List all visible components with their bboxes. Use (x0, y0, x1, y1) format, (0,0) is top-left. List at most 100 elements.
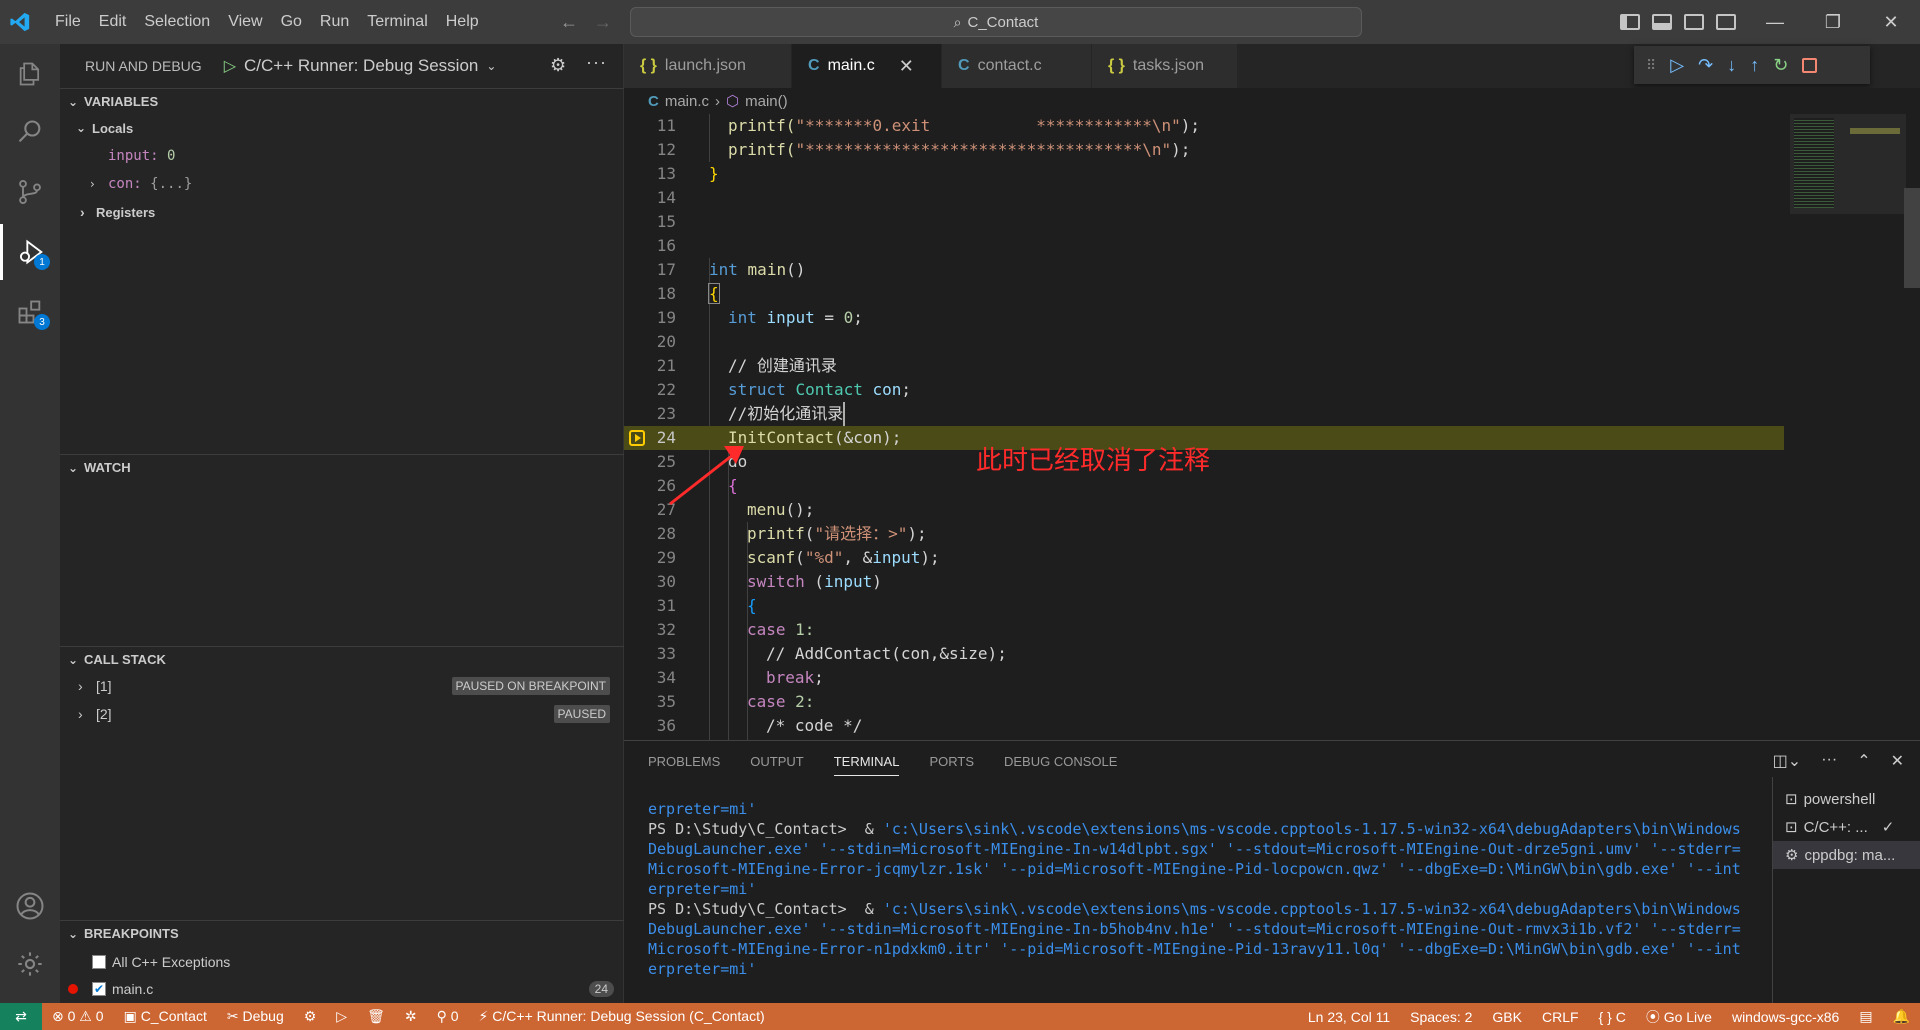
toggle-panel-icon[interactable] (1652, 14, 1672, 30)
tab-contact-c[interactable]: C contact.c (942, 44, 1092, 88)
tab-main-c[interactable]: C main.c ✕ (792, 44, 942, 88)
open-launch-json-gear-icon[interactable]: ⚙ (550, 55, 566, 76)
call-stack-thread[interactable]: › [2] PAUSED (78, 702, 624, 726)
menu-run[interactable]: Run (311, 0, 358, 44)
breakpoint-checkbox[interactable] (92, 955, 106, 969)
menu-edit[interactable]: Edit (90, 0, 136, 44)
problems-status[interactable]: ⊗ 0 ⚠ 0 (42, 1008, 114, 1025)
variable-con[interactable]: › con: {...} (90, 172, 192, 196)
stop-icon[interactable] (1802, 57, 1818, 73)
tab-terminal[interactable]: TERMINAL (833, 746, 900, 776)
tab-launch-json[interactable]: { } launch.json (624, 44, 792, 88)
minimize-icon[interactable]: — (1746, 0, 1804, 44)
go-live-button[interactable]: ⦿ Go Live (1636, 1007, 1722, 1027)
variable-input[interactable]: input: 0 (108, 144, 175, 168)
menu-terminal[interactable]: Terminal (358, 0, 436, 44)
code-editor[interactable]: 11 printf("*******0.exit ************\n")… (624, 114, 1920, 740)
settings-gear-icon[interactable]: ⚙ (294, 1008, 327, 1025)
tab-debug-console[interactable]: DEBUG CONSOLE (1004, 754, 1117, 769)
terminal-instance[interactable]: ⊡ powershell (1773, 785, 1920, 813)
breadcrumb-symbol[interactable]: main() (745, 93, 788, 110)
menu-selection[interactable]: Selection (135, 0, 219, 44)
explorer-icon[interactable] (0, 46, 60, 102)
more-actions-icon[interactable]: ··· (1821, 751, 1837, 771)
breakpoint-item[interactable]: ✔ main.c 24 (68, 977, 614, 1001)
tab-tasks-json[interactable]: { } tasks.json (1092, 44, 1238, 88)
trash-icon[interactable]: 🗑 (357, 1008, 395, 1025)
call-stack-section-header[interactable]: ⌄ CALL STACK (60, 646, 624, 672)
search-view-icon[interactable] (0, 104, 60, 160)
window-controls: — ❐ ✕ (1746, 0, 1920, 44)
toggle-secondary-sidebar-icon[interactable] (1684, 14, 1704, 30)
menu-file[interactable]: File (46, 0, 90, 44)
split-terminal-icon[interactable]: ◫⌄ (1773, 751, 1802, 771)
registers-scope[interactable]: › Registers (80, 200, 155, 224)
customize-layout-icon[interactable] (1716, 14, 1736, 30)
chevron-right-icon: › (78, 706, 83, 722)
title-bar: File Edit Selection View Go Run Terminal… (0, 0, 1920, 44)
breakpoint-item[interactable]: All C++ Exceptions (92, 950, 230, 974)
debug-status[interactable]: ✂ Debug (217, 1008, 294, 1025)
drag-handle-icon[interactable]: ⠿ (1646, 57, 1656, 74)
breakpoints-section-header[interactable]: ⌄ BREAKPOINTS (60, 920, 624, 946)
extensions-icon[interactable]: 3 (0, 284, 60, 340)
run-and-debug-icon[interactable]: 1 (0, 224, 60, 280)
ports-status[interactable]: ⚲ 0 (427, 1008, 469, 1025)
remote-indicator-icon[interactable]: ⇄ (0, 1003, 42, 1030)
forward-arrow-icon[interactable]: → (594, 12, 612, 33)
indentation[interactable]: Spaces: 2 (1400, 1009, 1482, 1025)
debug-bug-icon[interactable]: ✲ (395, 1008, 427, 1025)
code-line: 12 printf("******************************… (656, 140, 1191, 159)
code-line: 26{ (656, 476, 738, 495)
menu-help[interactable]: Help (437, 0, 488, 44)
cursor-position[interactable]: Ln 23, Col 11 (1298, 1009, 1400, 1025)
project-status[interactable]: ▣ C_Contact (114, 1008, 217, 1025)
step-over-icon[interactable]: ↷ (1698, 55, 1713, 76)
maximize-panel-icon[interactable]: ⌃ (1857, 751, 1870, 771)
restore-icon[interactable]: ❐ (1804, 0, 1862, 44)
source-control-icon[interactable] (0, 164, 60, 220)
close-icon[interactable]: ✕ (899, 56, 914, 77)
language-mode[interactable]: { } C (1589, 1009, 1636, 1025)
debug-config-select[interactable]: ▷ C/C++ Runner: Debug Session ⌄ (224, 56, 497, 76)
run-icon[interactable]: ▷ (326, 1008, 357, 1025)
layout-icon[interactable]: ▤ (1849, 1008, 1882, 1025)
tab-problems[interactable]: PROBLEMS (648, 754, 720, 769)
locals-scope[interactable]: ⌄ Locals (76, 116, 133, 140)
terminal-instance[interactable]: ⊡ C/C++: ... ✓ (1773, 813, 1920, 841)
terminal-output[interactable]: erpreter=mi' PS D:\Study\C_Contact> & 'c… (648, 799, 1766, 979)
breadcrumb-file[interactable]: main.c (665, 93, 709, 110)
accounts-icon[interactable] (0, 878, 60, 934)
variables-section-header[interactable]: ⌄ VARIABLES (60, 88, 624, 114)
start-debugging-icon[interactable]: ▷ (224, 56, 236, 76)
debug-session-status[interactable]: ⚡ C/C++ Runner: Debug Session (C_Contact… (469, 1008, 775, 1025)
back-arrow-icon[interactable]: ← (560, 12, 578, 33)
breakpoint-checkbox[interactable]: ✔ (92, 982, 106, 996)
end-of-line[interactable]: CRLF (1532, 1009, 1589, 1025)
call-stack-thread[interactable]: › [1] PAUSED ON BREAKPOINT (78, 674, 624, 698)
tab-ports[interactable]: PORTS (929, 754, 974, 769)
search-label: C_Contact (967, 13, 1039, 31)
more-actions-icon[interactable]: ··· (586, 52, 607, 73)
minimap[interactable] (1790, 114, 1906, 740)
command-center-search[interactable]: ⌕ C_Contact (630, 7, 1362, 37)
encoding[interactable]: GBK (1482, 1009, 1532, 1025)
tab-output[interactable]: OUTPUT (750, 754, 803, 769)
step-out-icon[interactable]: ↑ (1750, 55, 1759, 76)
manage-gear-icon[interactable] (0, 936, 60, 992)
menu-view[interactable]: View (219, 0, 271, 44)
close-panel-icon[interactable]: ✕ (1891, 751, 1904, 771)
compiler-select[interactable]: windows-gcc-x86 (1722, 1009, 1849, 1025)
close-window-icon[interactable]: ✕ (1862, 0, 1920, 44)
editor-scrollbar[interactable] (1904, 188, 1920, 288)
toggle-primary-sidebar-icon[interactable] (1620, 14, 1640, 30)
menu-go[interactable]: Go (272, 0, 311, 44)
continue-icon[interactable]: ▷ (1670, 55, 1684, 76)
terminal-instance[interactable]: ⚙ cppdbg: ma... (1773, 841, 1920, 869)
step-into-icon[interactable]: ↓ (1727, 55, 1736, 76)
tab-label: contact.c (977, 57, 1042, 74)
code-line: 31{ (656, 596, 757, 615)
notifications-bell-icon[interactable]: 🔔 (1883, 1008, 1920, 1025)
restart-icon[interactable]: ↻ (1773, 55, 1788, 76)
watch-section-header[interactable]: ⌄ WATCH (60, 454, 624, 480)
